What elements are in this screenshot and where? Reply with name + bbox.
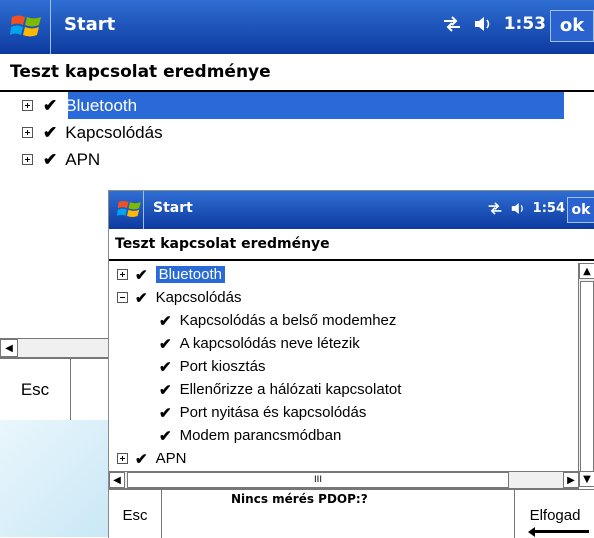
menu-bar: Esc Nincs mérés PDOP:? Elfogad bbox=[109, 489, 594, 538]
tree-item-label: Port nyitása és kapcsolódás bbox=[179, 404, 367, 421]
speaker-icon[interactable] bbox=[511, 202, 525, 215]
expand-plus-icon[interactable] bbox=[117, 269, 128, 280]
title-separator bbox=[143, 191, 144, 229]
tree-item-kapcsolodas[interactable]: ✔ Kapcsolódás bbox=[22, 119, 163, 146]
check-icon: ✔ bbox=[159, 381, 172, 399]
tree-child-item[interactable]: ✔ Kapcsolódás a belső modemhez bbox=[117, 309, 401, 332]
tree-child-item[interactable]: ✔ Modem parancsmódban bbox=[117, 424, 401, 447]
check-icon: ✔ bbox=[43, 149, 58, 169]
vertical-scrollbar[interactable]: ▲ bbox=[578, 263, 594, 487]
tree-item-label: A kapcsolódás neve létezik bbox=[179, 335, 360, 352]
tree-item-label: Kapcsolódás bbox=[65, 122, 163, 142]
enter-arrowhead-icon bbox=[528, 527, 535, 537]
tree-child-item[interactable]: ✔ Port kiosztás bbox=[117, 355, 401, 378]
tree-item-label: Kapcsolódás bbox=[155, 289, 242, 306]
scroll-thumb[interactable] bbox=[580, 281, 594, 473]
check-icon: ✔ bbox=[43, 95, 58, 115]
tree-item-label: Modem parancsmódban bbox=[179, 427, 342, 444]
scroll-thumb[interactable]: III bbox=[127, 472, 509, 488]
check-icon: ✔ bbox=[159, 404, 172, 422]
ok-button[interactable]: ok bbox=[550, 10, 594, 42]
expand-plus-icon[interactable] bbox=[22, 100, 33, 111]
page-title: Teszt kapcsolat eredménye bbox=[109, 229, 594, 261]
windows-start-icon[interactable] bbox=[10, 11, 44, 41]
esc-button[interactable]: Esc bbox=[0, 359, 71, 420]
tree-item-apn[interactable]: ✔ APN bbox=[22, 146, 163, 173]
check-icon: ✔ bbox=[159, 358, 172, 376]
collapse-minus-icon[interactable] bbox=[117, 292, 128, 303]
tree-item-label: APN bbox=[155, 450, 187, 467]
check-icon: ✔ bbox=[135, 266, 148, 284]
expand-plus-icon[interactable] bbox=[117, 453, 128, 464]
speaker-icon[interactable] bbox=[474, 16, 492, 32]
check-icon: ✔ bbox=[135, 289, 148, 307]
clock[interactable]: 1:54 bbox=[533, 201, 565, 216]
page-title: Teszt kapcsolat eredménye bbox=[0, 54, 594, 92]
title-bar: Start 1:54 ok bbox=[109, 191, 594, 229]
tree-item-kapcsolodas[interactable]: ✔ Kapcsolódás bbox=[117, 286, 401, 309]
result-tree: ✔ Bluetooth ✔ Kapcsolódás ✔ APN bbox=[22, 92, 163, 173]
accept-button[interactable]: Elfogad bbox=[514, 490, 594, 538]
tree-item-label: APN bbox=[65, 149, 101, 169]
result-tree: ✔ Bluetooth ✔ Kapcsolódás ✔ Kapcsolódás … bbox=[117, 263, 401, 470]
check-icon: ✔ bbox=[159, 335, 172, 353]
status-area: 1:54 bbox=[487, 201, 565, 216]
scroll-right-icon[interactable]: ▶ bbox=[563, 472, 579, 488]
accept-label: Elfogad bbox=[529, 507, 581, 524]
title-bar: Start 1:53 ok bbox=[0, 0, 594, 54]
background bbox=[0, 420, 110, 537]
tree-item-label: Bluetooth bbox=[65, 95, 138, 115]
check-icon: ✔ bbox=[159, 312, 172, 330]
tree-child-item[interactable]: ✔ Port nyitása és kapcsolódás bbox=[117, 401, 401, 424]
tree-item-bluetooth[interactable]: ✔ Bluetooth bbox=[22, 92, 163, 119]
status-area: 1:53 bbox=[442, 14, 546, 34]
horizontal-scrollbar[interactable]: ◀ III ▶ bbox=[109, 471, 579, 489]
app-title: Start bbox=[64, 14, 116, 35]
tree-item-label: Kapcsolódás a belső modemhez bbox=[179, 312, 397, 329]
expand-plus-icon[interactable] bbox=[22, 127, 33, 138]
enter-arrow-icon bbox=[533, 530, 589, 533]
check-icon: ✔ bbox=[135, 450, 148, 468]
scroll-up-icon[interactable]: ▲ bbox=[579, 263, 594, 279]
ok-button[interactable]: ok bbox=[567, 197, 594, 223]
tree-item-label: Port kiosztás bbox=[179, 358, 266, 375]
title-separator bbox=[50, 0, 51, 54]
gps-status: Nincs mérés PDOP:? bbox=[231, 492, 368, 506]
expand-plus-icon[interactable] bbox=[22, 154, 33, 165]
tree-item-label: Bluetooth bbox=[155, 266, 225, 283]
tree-child-item[interactable]: ✔ Ellenőrizze a hálózati kapcsolatot bbox=[117, 378, 401, 401]
clock[interactable]: 1:53 bbox=[504, 14, 546, 34]
tree-item-apn[interactable]: ✔ APN bbox=[117, 447, 401, 470]
scroll-down-icon[interactable]: ▼ bbox=[579, 471, 594, 487]
scroll-left-icon[interactable]: ◀ bbox=[0, 339, 18, 357]
windows-start-icon[interactable] bbox=[117, 197, 143, 221]
tree-item-label: Ellenőrizze a hálózati kapcsolatot bbox=[179, 381, 402, 398]
connectivity-icon[interactable] bbox=[442, 16, 462, 32]
connectivity-icon[interactable] bbox=[487, 202, 503, 215]
tree-item-bluetooth[interactable]: ✔ Bluetooth bbox=[117, 263, 401, 286]
scroll-left-icon[interactable]: ◀ bbox=[109, 472, 125, 488]
tree-child-item[interactable]: ✔ A kapcsolódás neve létezik bbox=[117, 332, 401, 355]
esc-button[interactable]: Esc bbox=[109, 490, 162, 538]
screenshot-2: Start 1:54 ok Teszt kapcsolat eredménye … bbox=[108, 190, 594, 538]
check-icon: ✔ bbox=[43, 122, 58, 142]
app-title: Start bbox=[153, 200, 193, 216]
check-icon: ✔ bbox=[159, 427, 172, 445]
